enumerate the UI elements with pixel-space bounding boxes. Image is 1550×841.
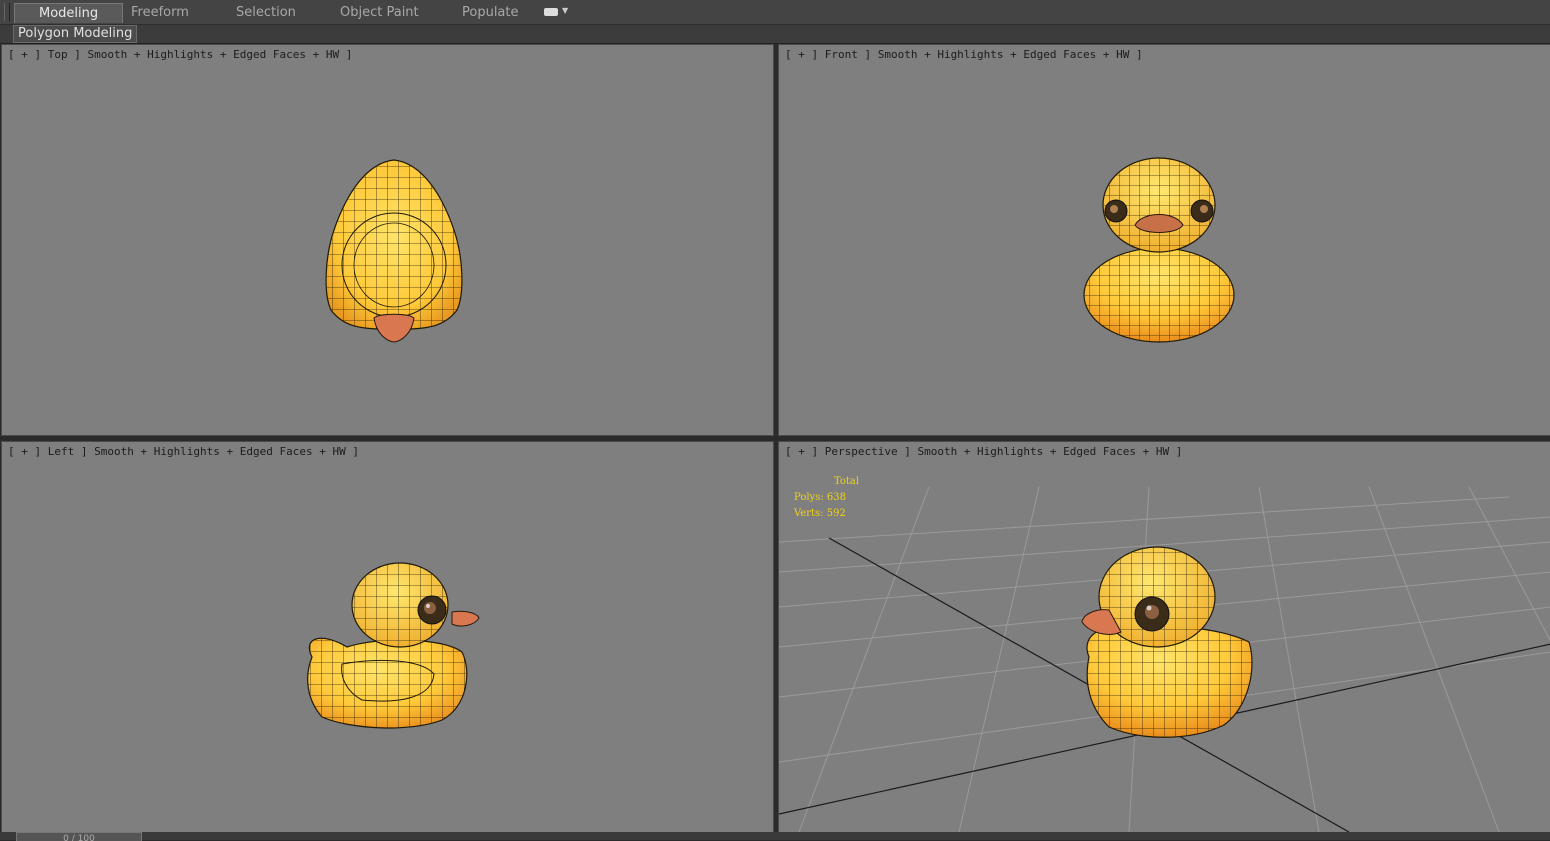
tab-freeform[interactable]: Freeform [131, 3, 189, 22]
viewport-front[interactable]: [ + ] Front ] Smooth + Highlights + Edge… [778, 44, 1550, 436]
viewport-left[interactable]: [ + ] Left ] Smooth + Highlights + Edged… [1, 441, 774, 833]
perspective-grid-and-duck [779, 486, 1550, 832]
tab-object-paint[interactable]: Object Paint [340, 3, 419, 22]
chevron-down-icon[interactable]: ▼ [562, 6, 568, 15]
tab-selection[interactable]: Selection [236, 3, 296, 22]
polygon-modeling-panel-button[interactable]: Polygon Modeling [13, 25, 138, 43]
ribbon: Modeling Freeform Selection Object Paint… [0, 0, 1550, 25]
duck-top-view [325, 159, 463, 343]
tab-modeling[interactable]: Modeling [14, 3, 124, 23]
status-bar: 0 / 100 [0, 832, 1550, 841]
duck-front-view [1083, 157, 1235, 343]
ribbon-panel-bar: Polygon Modeling [0, 25, 1550, 44]
ribbon-grip[interactable] [4, 3, 10, 21]
tab-populate[interactable]: Populate [462, 3, 519, 22]
dropdown-options-icon[interactable] [544, 8, 558, 16]
viewport-top[interactable]: [ + ] Top ] Smooth + Highlights + Edged … [1, 44, 774, 436]
duck-left-view [307, 562, 480, 729]
viewport-perspective[interactable]: [ + ] Perspective ] Smooth + Highlights … [778, 441, 1550, 833]
